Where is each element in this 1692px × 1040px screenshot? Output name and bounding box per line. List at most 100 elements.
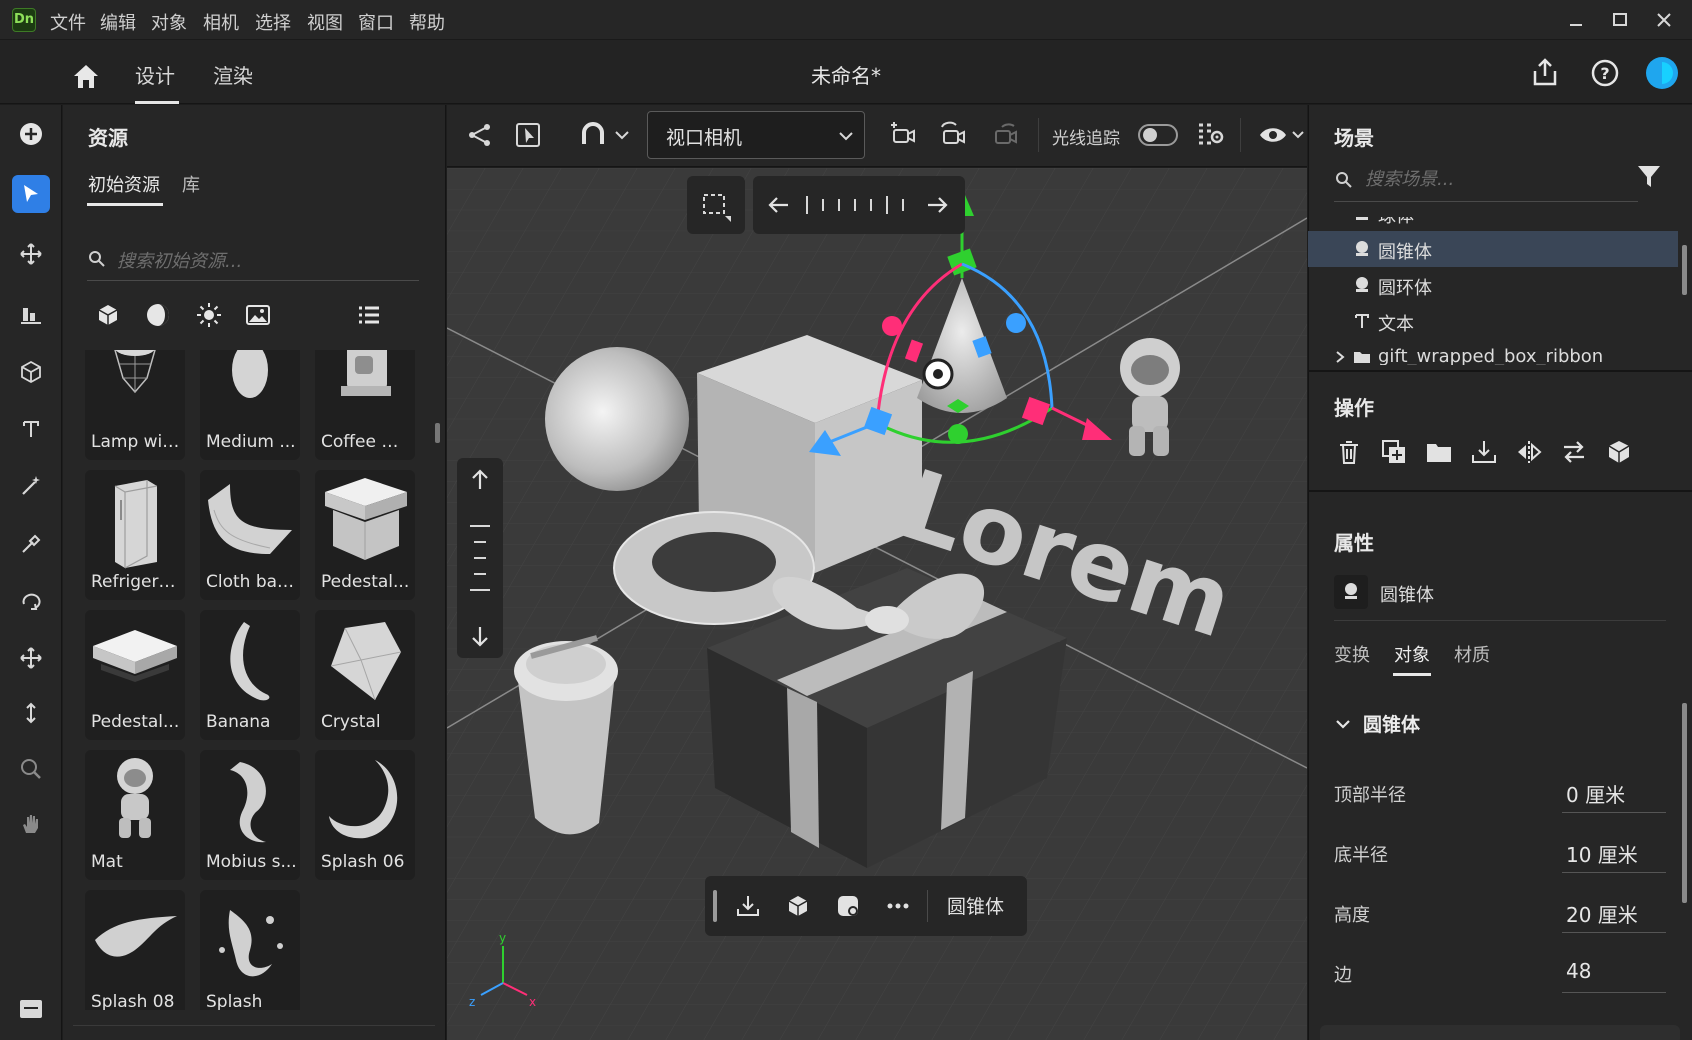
dolly-tool[interactable]: [12, 695, 50, 733]
more-options-icon[interactable]: [885, 893, 911, 919]
properties-scrollbar[interactable]: [1682, 703, 1687, 903]
tab-object[interactable]: 对象: [1394, 641, 1430, 667]
asset-coffee-machine[interactable]: Coffee m...: [315, 350, 415, 460]
menu-file[interactable]: 文件: [50, 9, 86, 35]
asset-banana[interactable]: Banana: [200, 610, 300, 740]
asset-mat[interactable]: Mat: [85, 750, 185, 880]
menu-camera[interactable]: 相机: [203, 9, 239, 35]
asset-medium[interactable]: Medium ...: [200, 350, 300, 460]
assets-scrollbar[interactable]: [435, 423, 440, 443]
share-button[interactable]: [1528, 56, 1562, 90]
add-tool[interactable]: [12, 115, 50, 153]
asset-crystal[interactable]: Crystal: [315, 610, 415, 740]
pan-tool[interactable]: [12, 639, 50, 677]
maximize-button[interactable]: [1606, 6, 1634, 34]
tab-library[interactable]: 库: [182, 171, 200, 197]
arrow-left-icon[interactable]: [767, 193, 791, 217]
render-settings-button[interactable]: [1196, 120, 1226, 150]
swap-icon[interactable]: [1560, 438, 1588, 466]
tab-starter-assets[interactable]: 初始资源: [88, 171, 160, 197]
top-radius-field[interactable]: 0 厘米: [1562, 773, 1666, 813]
delete-icon[interactable]: [1335, 438, 1363, 466]
bottom-radius-field[interactable]: 10 厘米: [1562, 833, 1666, 873]
snap-options-dropdown[interactable]: [612, 120, 642, 150]
asset-refrigerator[interactable]: Refrigera...: [85, 470, 185, 600]
drag-handle[interactable]: [713, 890, 717, 922]
select-tool[interactable]: [12, 175, 50, 213]
cube-filter-icon[interactable]: [95, 302, 121, 328]
list-view-icon[interactable]: [356, 303, 382, 327]
shape-tool[interactable]: [12, 353, 50, 391]
hand-tool[interactable]: [12, 805, 50, 843]
tree-item-gift-box[interactable]: gift_wrapped_box_ribbon: [1308, 339, 1678, 365]
snap-button[interactable]: [578, 120, 608, 150]
asset-splash-08[interactable]: Splash 08: [85, 890, 185, 1010]
minimize-button[interactable]: [1562, 6, 1590, 34]
camera-disabled-button[interactable]: [990, 120, 1020, 150]
image-filter-icon[interactable]: [245, 303, 271, 327]
help-button[interactable]: ?: [1588, 56, 1622, 90]
sides-field[interactable]: 48: [1562, 953, 1666, 993]
tree-item-sphere[interactable]: 球体: [1308, 217, 1678, 231]
assets-search-input[interactable]: 搜索初始资源...: [117, 247, 242, 273]
asset-splash-06[interactable]: Splash 06: [315, 750, 415, 880]
convert-icon[interactable]: [1605, 438, 1633, 466]
chevron-down-icon[interactable]: [1334, 715, 1352, 733]
frame-selection-button[interactable]: [514, 120, 544, 150]
duplicate-icon[interactable]: [1380, 438, 1408, 466]
orbit-tool[interactable]: [12, 583, 50, 621]
tree-item-text[interactable]: 文本: [1308, 303, 1678, 339]
tab-material[interactable]: 材质: [1454, 641, 1490, 667]
asset-pedestal[interactable]: Pedestal...: [315, 470, 415, 600]
chevron-right-icon[interactable]: [1333, 348, 1347, 365]
asset-splash[interactable]: Splash: [200, 890, 300, 1010]
drop-to-ground-icon[interactable]: [1470, 438, 1498, 466]
drop-to-ground-icon[interactable]: [735, 893, 761, 919]
camera-views-button[interactable]: [687, 176, 745, 234]
text-3d-tool[interactable]: [12, 410, 50, 448]
raytrace-toggle[interactable]: [1138, 124, 1178, 146]
dolly-ticks[interactable]: [466, 508, 494, 608]
asset-mobius-strip[interactable]: Mobius s...: [200, 750, 300, 880]
close-window-button[interactable]: [1650, 6, 1678, 34]
menu-select[interactable]: 选择: [255, 9, 291, 35]
scene-search-input[interactable]: 搜索场景...: [1365, 165, 1454, 191]
material-filter-icon[interactable]: [145, 302, 171, 328]
menu-view[interactable]: 视图: [307, 9, 343, 35]
camera-rotate-button[interactable]: [938, 120, 968, 150]
convert-icon[interactable]: [785, 893, 811, 919]
panels-toggle[interactable]: [12, 990, 50, 1028]
asset-lamp-wire[interactable]: Lamp wir...: [85, 350, 185, 460]
arrow-down-icon[interactable]: [468, 624, 492, 648]
group-icon[interactable]: [1425, 438, 1453, 466]
tree-item-torus[interactable]: 圆环体: [1308, 267, 1678, 303]
filter-funnel-icon[interactable]: [1634, 161, 1664, 191]
visibility-button[interactable]: [1258, 120, 1288, 150]
mirror-icon[interactable]: [1515, 438, 1543, 466]
camera-history-ticks[interactable]: [799, 190, 915, 220]
add-camera-button[interactable]: [888, 120, 918, 150]
arrow-up-icon[interactable]: [468, 468, 492, 492]
magic-wand-tool[interactable]: [12, 467, 50, 505]
user-avatar[interactable]: [1645, 56, 1679, 90]
scene-tree-scrollbar[interactable]: [1682, 245, 1687, 295]
material-swatch-icon[interactable]: [835, 893, 861, 919]
3d-viewport[interactable]: Lorem y z x 圆锥体: [447, 168, 1307, 1040]
tree-item-cone[interactable]: 圆锥体: [1308, 231, 1678, 267]
light-filter-icon[interactable]: [196, 302, 222, 328]
zoom-tool[interactable]: [12, 750, 50, 788]
move-tool[interactable]: [12, 235, 50, 273]
eyedropper-tool[interactable]: [12, 525, 50, 563]
arrow-right-icon[interactable]: [925, 193, 949, 217]
menu-help[interactable]: 帮助: [409, 9, 445, 35]
asset-cloth-backdrop[interactable]: Cloth bac...: [200, 470, 300, 600]
tab-transform[interactable]: 变换: [1334, 641, 1370, 667]
menu-object[interactable]: 对象: [151, 9, 187, 35]
visibility-options-dropdown[interactable]: [1290, 120, 1306, 150]
camera-select[interactable]: 视口相机: [647, 111, 865, 159]
asset-pedestal-2[interactable]: Pedestal...: [85, 610, 185, 740]
height-field[interactable]: 20 厘米: [1562, 893, 1666, 933]
menu-window[interactable]: 窗口: [358, 9, 394, 35]
sphere-object[interactable]: [545, 347, 689, 491]
export-button[interactable]: [465, 120, 495, 150]
